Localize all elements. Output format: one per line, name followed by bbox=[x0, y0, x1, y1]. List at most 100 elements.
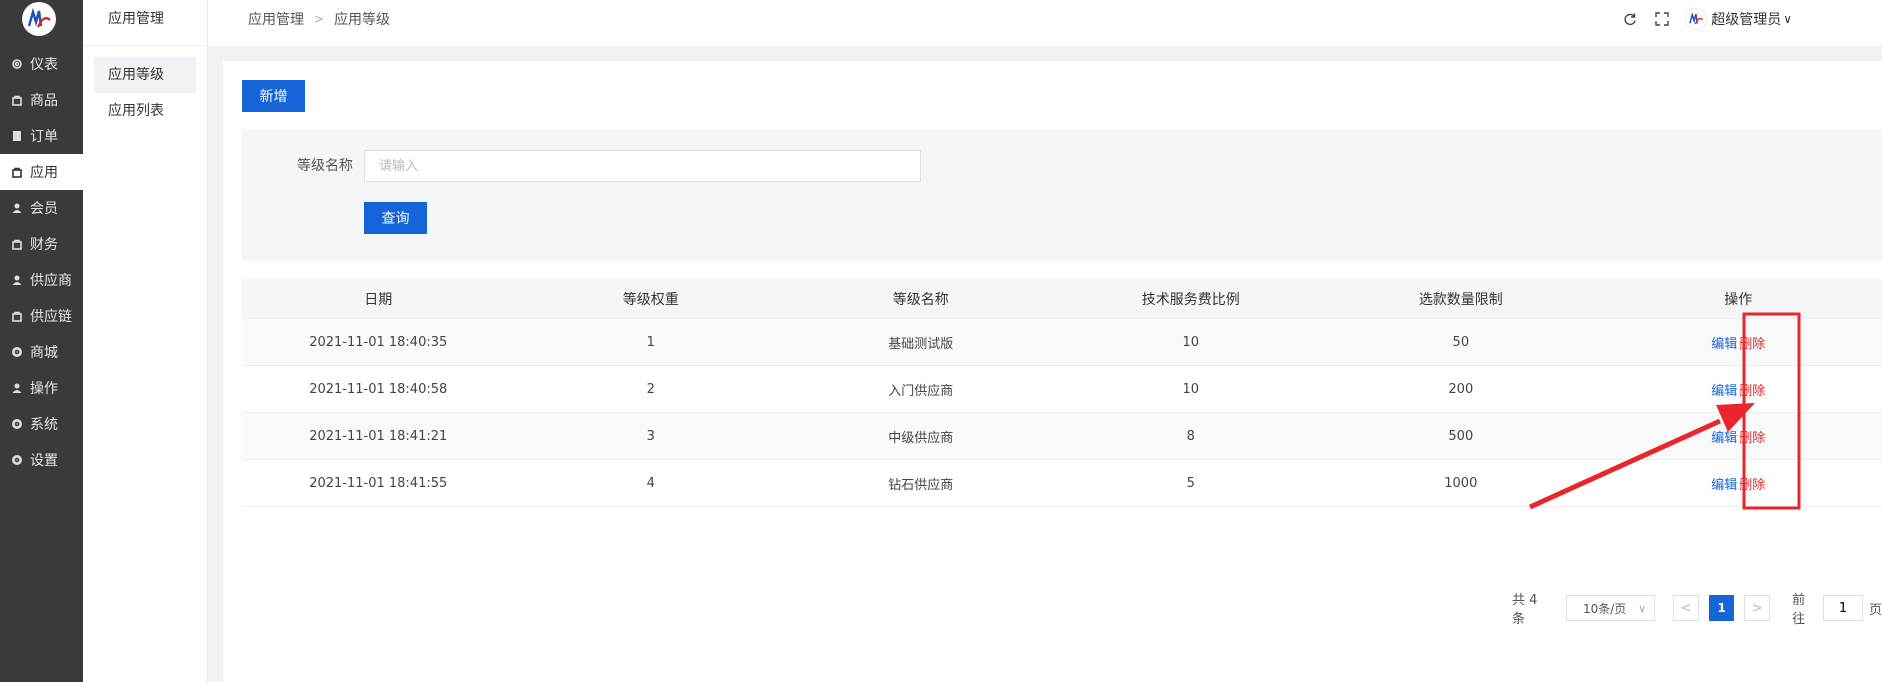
add-button[interactable]: 新增 bbox=[242, 80, 305, 112]
delete-link[interactable]: 删除 bbox=[1739, 380, 1765, 399]
cell-fee: 5 bbox=[1186, 475, 1195, 491]
sidebar-item-label: 应用 bbox=[30, 165, 58, 181]
search-form: 等级名称 查询 bbox=[242, 129, 1882, 261]
avatar bbox=[1685, 8, 1708, 30]
bag-icon bbox=[11, 94, 23, 106]
table-row: 2021-11-01 18:40:35 1 基础测试版 10 50 编辑 删除 bbox=[242, 319, 1882, 366]
sidebar-item-members[interactable]: 会员 bbox=[0, 190, 83, 226]
bag-icon bbox=[11, 310, 23, 322]
delete-link[interactable]: 删除 bbox=[1739, 333, 1765, 352]
gear-icon bbox=[11, 58, 23, 70]
cell-date: 2021-11-01 18:41:55 bbox=[309, 475, 448, 491]
sidebar-item-mall[interactable]: 商城 bbox=[0, 334, 83, 370]
cell-name: 入门供应商 bbox=[888, 383, 954, 399]
user-icon bbox=[11, 274, 23, 286]
query-button[interactable]: 查询 bbox=[364, 202, 427, 234]
cell-date: 2021-11-01 18:41:21 bbox=[309, 428, 448, 444]
sidebar-item-suppliers[interactable]: 供应商 bbox=[0, 262, 83, 298]
submenu-item-app-levels[interactable]: 应用等级 bbox=[94, 57, 196, 93]
sidebar-item-apps[interactable]: 应用 bbox=[0, 154, 83, 190]
breadcrumb-current: 应用等级 bbox=[334, 12, 391, 28]
gear-icon bbox=[11, 418, 23, 430]
clipboard-icon bbox=[11, 130, 23, 142]
edit-link[interactable]: 编辑 bbox=[1711, 333, 1737, 352]
cell-name: 中级供应商 bbox=[888, 430, 954, 446]
submenu-item-app-list[interactable]: 应用列表 bbox=[94, 93, 196, 129]
sidebar-item-operations[interactable]: 操作 bbox=[0, 370, 83, 406]
sidebar-item-label: 仪表 bbox=[30, 57, 58, 73]
edit-link[interactable]: 编辑 bbox=[1711, 380, 1737, 399]
sidebar-item-system[interactable]: 系统 bbox=[0, 406, 83, 442]
page-number-current[interactable]: 1 bbox=[1708, 595, 1735, 621]
column-header-name: 等级名称 bbox=[892, 291, 949, 308]
submenu-title: 应用管理 bbox=[83, 0, 207, 46]
header-tools: 超级管理员 ∨ bbox=[1607, 8, 1792, 30]
sidebar-item-dashboard[interactable]: 仪表 bbox=[0, 46, 83, 82]
user-name: 超级管理员 bbox=[1711, 12, 1782, 28]
main-sidebar: 仪表 商品 订单 应用 会员 财务 供应商 供应链 商城 操作 系统 设置 bbox=[0, 0, 83, 682]
cell-actions: 编辑 删除 bbox=[1595, 474, 1882, 493]
column-header-date: 日期 bbox=[364, 291, 393, 308]
cell-fee: 10 bbox=[1182, 381, 1200, 397]
edit-link[interactable]: 编辑 bbox=[1711, 427, 1737, 446]
level-name-label: 等级名称 bbox=[297, 158, 353, 174]
top-header: 应用管理 > 应用等级 超级管理员 ∨ bbox=[208, 0, 1882, 46]
bag-icon bbox=[11, 238, 23, 250]
cell-name: 钻石供应商 bbox=[888, 477, 954, 493]
sidebar-item-label: 操作 bbox=[30, 381, 58, 397]
cell-limit: 1000 bbox=[1444, 475, 1478, 491]
page-size-select[interactable]: 10条/页 ∨ bbox=[1565, 595, 1656, 621]
table-row: 2021-11-01 18:40:58 2 入门供应商 10 200 编辑 删除 bbox=[242, 366, 1882, 413]
total-count: 共 4 条 bbox=[1512, 593, 1538, 627]
sidebar-item-settings[interactable]: 设置 bbox=[0, 442, 83, 478]
delete-link[interactable]: 删除 bbox=[1739, 427, 1765, 446]
app-logo[interactable] bbox=[22, 2, 56, 36]
sidebar-item-label: 设置 bbox=[30, 453, 58, 469]
sidebar-item-finance[interactable]: 财务 bbox=[0, 226, 83, 262]
sidebar-item-orders[interactable]: 订单 bbox=[0, 118, 83, 154]
fullscreen-icon[interactable] bbox=[1653, 10, 1671, 28]
column-header-limit: 选款数量限制 bbox=[1418, 291, 1503, 308]
goto-suffix: 页 bbox=[1868, 602, 1882, 618]
breadcrumb-item[interactable]: 应用管理 bbox=[248, 9, 304, 29]
edit-link[interactable]: 编辑 bbox=[1711, 474, 1737, 493]
refresh-icon[interactable] bbox=[1621, 10, 1639, 28]
sidebar-item-label: 商城 bbox=[30, 345, 58, 361]
main-content: 新增 等级名称 查询 日期 等级权重 等级名称 技术服务费比例 选款数量限制 操… bbox=[223, 61, 1882, 682]
delete-link[interactable]: 删除 bbox=[1739, 474, 1765, 493]
column-header-fee: 技术服务费比例 bbox=[1141, 291, 1240, 308]
cell-weight: 1 bbox=[646, 334, 655, 350]
sidebar-item-label: 供应链 bbox=[30, 309, 72, 325]
sidebar-nav: 仪表 商品 订单 应用 会员 财务 供应商 供应链 商城 操作 系统 设置 bbox=[0, 46, 83, 478]
sidebar-item-label: 财务 bbox=[30, 237, 58, 253]
page-size-value: 10条/页 bbox=[1582, 601, 1627, 616]
level-name-input[interactable] bbox=[364, 150, 921, 182]
table-body: 2021-11-01 18:40:35 1 基础测试版 10 50 编辑 删除 … bbox=[242, 319, 1882, 507]
levels-table: 日期 等级权重 等级名称 技术服务费比例 选款数量限制 操作 2021-11-0… bbox=[242, 279, 1882, 507]
user-menu[interactable]: 超级管理员 ∨ bbox=[1685, 8, 1792, 30]
cell-weight: 2 bbox=[646, 381, 655, 397]
sidebar-item-label: 会员 bbox=[30, 201, 58, 217]
cell-fee: 10 bbox=[1182, 334, 1200, 350]
cell-limit: 500 bbox=[1448, 428, 1474, 444]
next-page-button[interactable]: > bbox=[1744, 595, 1771, 621]
pagination: 共 4 条 10条/页 ∨ < 1 > 前往 页 bbox=[1512, 589, 1882, 627]
goto-page-input[interactable] bbox=[1822, 595, 1863, 621]
cell-weight: 4 bbox=[646, 475, 655, 491]
prev-page-button[interactable]: < bbox=[1673, 595, 1699, 621]
cell-date: 2021-11-01 18:40:35 bbox=[309, 334, 448, 350]
cell-actions: 编辑 删除 bbox=[1595, 427, 1882, 446]
sidebar-item-label: 系统 bbox=[30, 417, 58, 433]
column-header-actions: 操作 bbox=[1724, 291, 1753, 308]
cell-fee: 8 bbox=[1186, 428, 1195, 444]
logo-mark-icon bbox=[27, 8, 51, 28]
column-header-weight: 等级权重 bbox=[622, 291, 679, 308]
sidebar-item-supply-chain[interactable]: 供应链 bbox=[0, 298, 83, 334]
secondary-menu: 应用管理 应用等级 应用列表 bbox=[83, 0, 208, 682]
cell-name: 基础测试版 bbox=[888, 336, 954, 352]
sidebar-item-products[interactable]: 商品 bbox=[0, 82, 83, 118]
breadcrumb: 应用管理 > 应用等级 bbox=[248, 0, 390, 38]
gear-icon bbox=[11, 454, 23, 466]
chevron-down-icon: ∨ bbox=[1638, 601, 1647, 615]
cell-limit: 50 bbox=[1452, 334, 1470, 350]
